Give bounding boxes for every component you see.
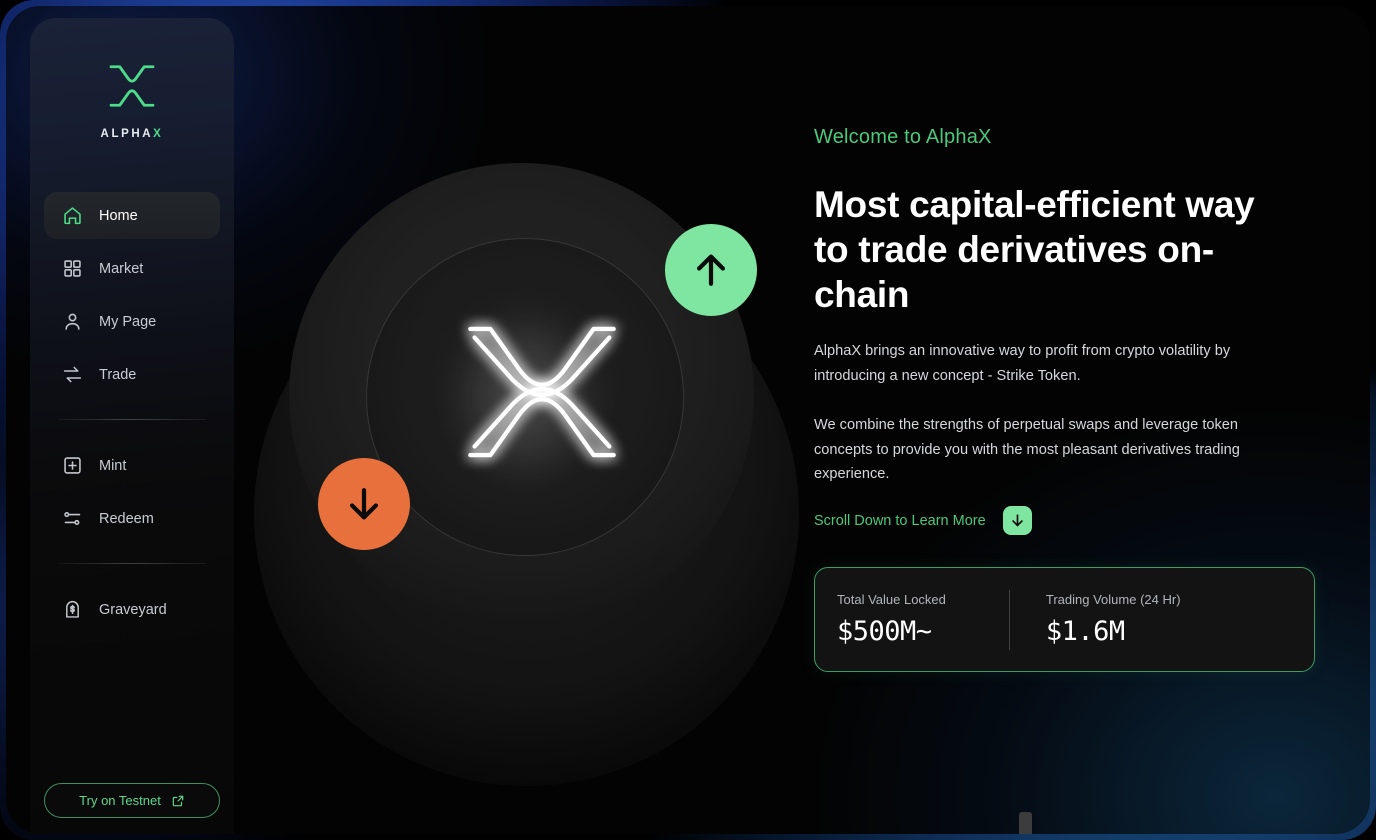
- stat-trading-volume: Trading Volume (24 Hr) $1.6M: [1010, 592, 1181, 647]
- sidebar-item-label-graveyard: Graveyard: [99, 601, 167, 618]
- page-body: ALPHAX Home Market My Page Trade Mint Re…: [6, 6, 1370, 834]
- sidebar-item-mint[interactable]: Mint: [44, 442, 220, 489]
- scroll-indicator[interactable]: [1019, 812, 1032, 834]
- sidebar-item-home[interactable]: Home: [44, 192, 220, 239]
- brand-name-suffix: X: [153, 128, 164, 140]
- scroll-down-label[interactable]: Scroll Down to Learn More: [814, 513, 986, 529]
- sidebar-item-trade[interactable]: Trade: [44, 351, 220, 398]
- sidebar-item-label-trade: Trade: [99, 366, 137, 383]
- stat-value-tvl: $500M~: [837, 616, 932, 647]
- brand-name: ALPHAX: [101, 128, 164, 140]
- page-title: Most capital-efficient way to trade deri…: [814, 184, 1255, 315]
- scroll-down-button[interactable]: [1002, 506, 1032, 535]
- arrow-down-icon: [1011, 514, 1023, 527]
- external-link-icon: [172, 795, 184, 806]
- tombstone-dollar-icon: [66, 600, 79, 618]
- try-on-testnet-label: Try on Testnet: [79, 793, 161, 808]
- alphax-x-logo-icon: [109, 65, 155, 107]
- sidebar-item-label-home: Home: [99, 207, 138, 224]
- sidebar-divider-1: [58, 419, 206, 420]
- scroll-down-row: Scroll Down to Learn More: [814, 506, 1032, 535]
- stat-label-tvl: Total Value Locked: [837, 592, 946, 607]
- stat-value-volume: $1.6M: [1045, 616, 1125, 647]
- hero-graphic: [234, 6, 814, 834]
- sidebar-item-market[interactable]: Market: [44, 245, 220, 292]
- stat-label-volume: Trading Volume (24 Hr): [1045, 592, 1181, 607]
- sidebar-item-label-redeem: Redeem: [99, 510, 154, 527]
- swap-icon: [63, 366, 82, 383]
- sidebar-divider-2: [58, 563, 206, 564]
- stat-total-value-locked: Total Value Locked $500M~: [815, 592, 946, 647]
- sidebar-item-label-my-page: My Page: [99, 313, 157, 330]
- arrow-up-icon: [696, 254, 726, 286]
- brand-name-prefix: ALPHA: [100, 128, 154, 140]
- badge-arrow-down[interactable]: [318, 458, 410, 550]
- sliders-icon: [64, 512, 81, 525]
- intro-paragraph-2: We combine the strengths of perpetual sw…: [814, 417, 1240, 482]
- alphax-x-glow-icon: [468, 326, 616, 458]
- stats-card: Total Value Locked $500M~ Trading Volume…: [814, 567, 1315, 672]
- user-icon: [65, 313, 80, 330]
- eyebrow-text: Welcome to AlphaX: [814, 126, 992, 148]
- sidebar-nav: Home Market My Page Trade Mint Redeem Gr…: [30, 192, 234, 633]
- grid-icon: [64, 260, 81, 277]
- try-on-testnet-button[interactable]: Try on Testnet: [44, 783, 220, 818]
- brand-logo[interactable]: ALPHAX: [30, 18, 234, 140]
- sidebar-item-graveyard[interactable]: Graveyard: [44, 586, 220, 633]
- home-icon: [64, 207, 81, 225]
- sidebar-item-my-page[interactable]: My Page: [44, 298, 220, 345]
- sidebar: ALPHAX Home Market My Page Trade Mint Re…: [30, 18, 234, 834]
- badge-arrow-up[interactable]: [665, 224, 757, 316]
- sidebar-item-label-market: Market: [99, 260, 144, 277]
- plus-square-icon: [64, 457, 81, 474]
- arrow-down-icon: [349, 488, 379, 520]
- sidebar-item-redeem[interactable]: Redeem: [44, 495, 220, 542]
- app-root: ALPHAX Home Market My Page Trade Mint Re…: [0, 0, 1376, 840]
- main-content: Welcome to AlphaX Most capital-efficient…: [814, 6, 1334, 834]
- intro-paragraph-1: AlphaX brings an innovative way to profi…: [814, 343, 1231, 384]
- sidebar-item-label-mint: Mint: [99, 457, 127, 474]
- testnet-button-wrap: Try on Testnet: [44, 783, 220, 818]
